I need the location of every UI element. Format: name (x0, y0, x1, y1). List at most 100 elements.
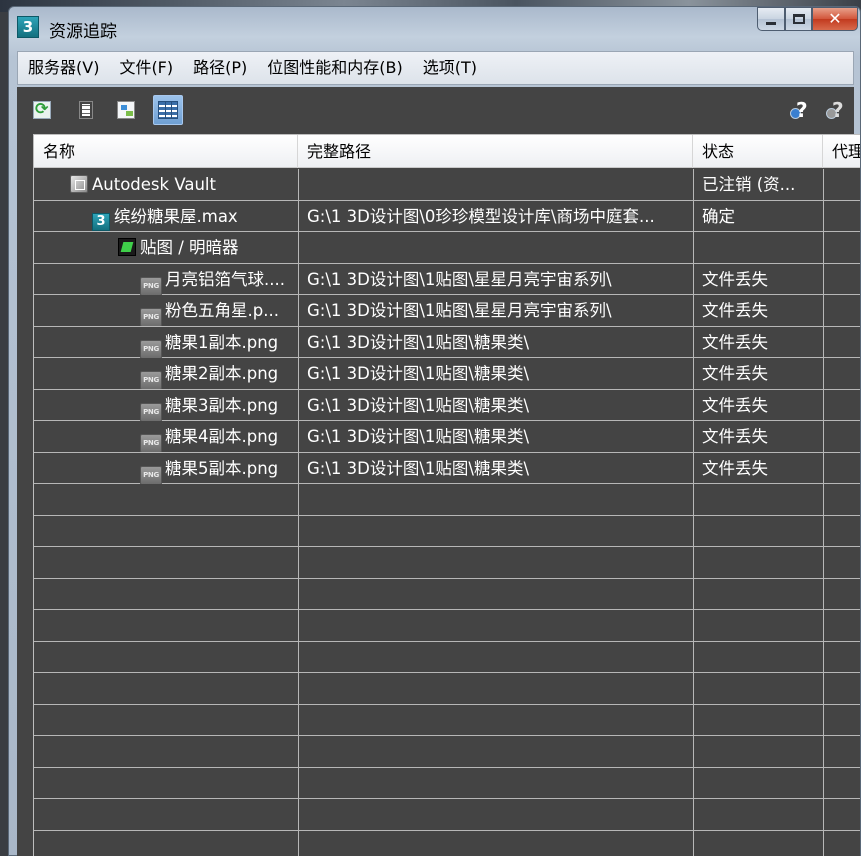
tree-view-button[interactable] (111, 95, 141, 125)
cell-name: PNG 糖果1副本.png (140, 327, 296, 358)
empty-table-row (34, 705, 860, 736)
cell-name: PNG 月亮铝箔气球.... (140, 264, 296, 295)
cell-name: 贴图 / 明暗器 (118, 232, 296, 263)
menu-path[interactable]: 路径(P) (183, 53, 257, 83)
close-button[interactable]: ✕ (812, 7, 858, 31)
empty-table-row (34, 673, 860, 705)
list-view-icon (79, 101, 93, 119)
cell-name-text: 贴图 / 明暗器 (140, 238, 239, 257)
cell-status (702, 232, 820, 263)
empty-table-row (34, 516, 860, 547)
cell-name-text: 糖果5副本.png (165, 458, 279, 478)
column-status[interactable]: 状态 (693, 135, 823, 168)
help-button[interactable]: ? (787, 95, 817, 125)
cell-status: 确定 (702, 206, 735, 226)
column-divider (693, 169, 694, 856)
content-area: ? ? 名称 完整路径 状态 代理 Autodesk Vault 已注销 (资..… (17, 87, 860, 856)
table-row[interactable]: 3 缤纷糖果屋.max G:\1 3D设计图\0珍珍模型设计库\商场中庭套... 确定 (34, 201, 860, 232)
empty-table-row (34, 736, 860, 768)
cell-name: PNG 糖果2副本.png (140, 358, 296, 389)
cell-name-text: 糖果4副本.png (165, 427, 279, 446)
cell-full-path (307, 169, 689, 200)
cell-name-text: Autodesk Vault (92, 175, 216, 194)
png-file-icon: PNG (140, 276, 162, 295)
cell-status: 文件丢失 (702, 332, 768, 352)
maximize-button[interactable] (785, 7, 812, 31)
column-divider (298, 169, 299, 856)
map-file-icon (118, 238, 136, 256)
empty-table-row (34, 610, 860, 642)
column-name[interactable]: 名称 (34, 135, 298, 168)
cell-full-path: G:\1 3D设计图\1贴图\糖果类\ (307, 332, 530, 352)
empty-table-row (34, 642, 860, 673)
cell-full-path (307, 232, 689, 263)
vault-file-icon (70, 175, 88, 193)
cell-full-path: G:\1 3D设计图\1贴图\星星月亮宇宙系列\ (307, 269, 612, 289)
cell-status: 已注销 (资... (702, 175, 796, 194)
refresh-button[interactable] (27, 95, 57, 125)
empty-table-row (34, 547, 860, 579)
asset-tracking-window: 3 资源追踪 ✕ 服务器(V) 文件(F) 路径(P) 位图性能和内存(B) 选… (8, 6, 861, 856)
column-full-path[interactable]: 完整路径 (298, 135, 693, 168)
table-row[interactable]: PNG 月亮铝箔气球.... G:\1 3D设计图\1贴图\星星月亮宇宙系列\ 文件丢… (34, 264, 860, 295)
cell-full-path: G:\1 3D设计图\0珍珍模型设计库\商场中庭套... (307, 206, 655, 226)
close-icon: ✕ (828, 9, 842, 28)
table-row[interactable]: PNG 粉色五角星.p... G:\1 3D设计图\1贴图\星星月亮宇宙系列\ 文件丢… (34, 295, 860, 327)
cell-full-path: G:\1 3D设计图\1贴图\糖果类\ (307, 395, 530, 415)
cell-status: 文件丢失 (702, 301, 768, 320)
png-file-icon: PNG (140, 371, 162, 389)
table-row[interactable]: PNG 糖果5副本.png G:\1 3D设计图\1贴图\糖果类\ 文件丢失 (34, 453, 860, 484)
table-row[interactable]: PNG 糖果1副本.png G:\1 3D设计图\1贴图\糖果类\ 文件丢失 (34, 327, 860, 358)
cell-name-text: 糖果1副本.png (165, 332, 279, 352)
table-header: 名称 完整路径 状态 代理 (34, 135, 860, 168)
list-view-button[interactable] (71, 95, 101, 125)
cell-name: PNG 糖果3副本.png (140, 390, 296, 421)
png-file-icon: PNG (140, 465, 162, 484)
cell-name: PNG 糖果5副本.png (140, 453, 296, 484)
window-controls: ✕ (757, 7, 858, 33)
cell-name: 3 缤纷糖果屋.max (92, 201, 296, 232)
minimize-button[interactable] (757, 7, 785, 31)
cell-name-text: 月亮铝箔气球.... (165, 269, 285, 289)
cell-full-path: G:\1 3D设计图\1贴图\糖果类\ (307, 364, 530, 383)
table-body: Autodesk Vault 已注销 (资... 3 缤纷糖果屋.max G:\1 3D… (34, 169, 860, 856)
cell-full-path: G:\1 3D设计图\1贴图\糖果类\ (307, 458, 530, 478)
empty-table-row (34, 579, 860, 610)
toolbar: ? ? (17, 87, 854, 129)
table-row[interactable]: PNG 糖果4副本.png G:\1 3D设计图\1贴图\糖果类\ 文件丢失 (34, 421, 860, 453)
table-row[interactable]: PNG 糖果2副本.png G:\1 3D设计图\1贴图\糖果类\ 文件丢失 (34, 358, 860, 390)
cell-full-path: G:\1 3D设计图\1贴图\糖果类\ (307, 427, 530, 446)
asset-table: 名称 完整路径 状态 代理 Autodesk Vault 已注销 (资... 3缤纷… (33, 134, 860, 856)
table-view-button[interactable] (153, 95, 183, 125)
cell-status: 文件丢失 (702, 395, 768, 415)
cell-status: 文件丢失 (702, 364, 768, 383)
cell-status: 文件丢失 (702, 458, 768, 478)
png-file-icon: PNG (140, 339, 162, 358)
menu-bitmap-performance[interactable]: 位图性能和内存(B) (257, 53, 412, 83)
window-title: 资源追踪 (49, 22, 117, 42)
cell-status: 文件丢失 (702, 269, 768, 289)
cell-name: PNG 糖果4副本.png (140, 421, 296, 452)
column-proxy[interactable]: 代理 (823, 135, 860, 168)
column-divider (823, 169, 824, 856)
menu-server[interactable]: 服务器(V) (18, 53, 109, 83)
title-bar[interactable]: 3 资源追踪 ✕ (9, 7, 860, 47)
table-row[interactable]: PNG 糖果3副本.png G:\1 3D设计图\1贴图\糖果类\ 文件丢失 (34, 390, 860, 421)
empty-table-row (34, 768, 860, 799)
cell-name-text: 糖果2副本.png (165, 364, 279, 383)
table-row[interactable]: Autodesk Vault 已注销 (资... (34, 169, 860, 201)
maximize-icon (792, 14, 805, 24)
table-row[interactable]: 贴图 / 明暗器 (34, 232, 860, 264)
help-icon: ? (790, 98, 814, 122)
cell-full-path: G:\1 3D设计图\1贴图\星星月亮宇宙系列\ (307, 301, 612, 320)
refresh-icon (33, 99, 51, 119)
empty-table-row (34, 799, 860, 831)
png-file-icon: PNG (140, 308, 162, 326)
3dsmax-app-icon: 3 (17, 16, 39, 38)
menu-options[interactable]: 选项(T) (413, 53, 487, 83)
cell-name-text: 糖果3副本.png (165, 395, 279, 415)
help-disabled-button[interactable]: ? (823, 95, 853, 125)
tree-view-icon (117, 101, 135, 119)
minimize-icon (766, 21, 776, 25)
menu-file[interactable]: 文件(F) (109, 53, 183, 83)
